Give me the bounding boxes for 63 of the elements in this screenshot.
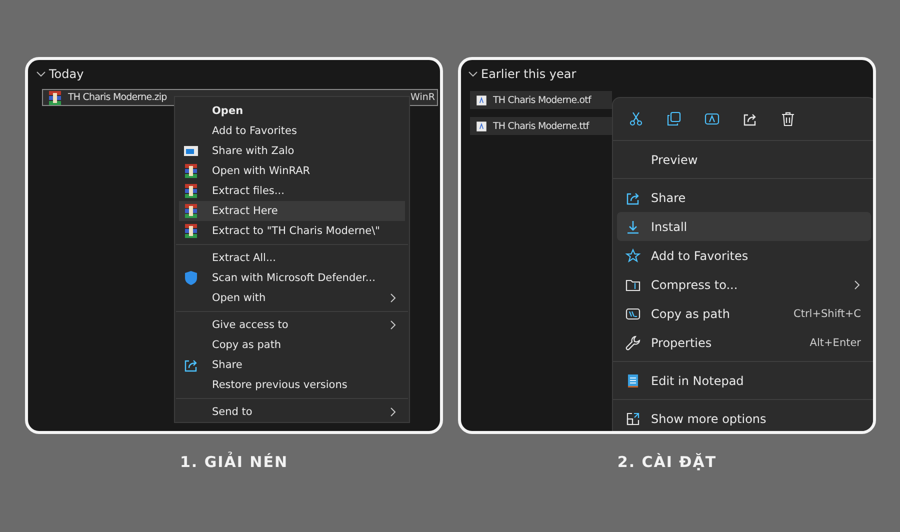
menu-item[interactable]: Install bbox=[617, 212, 871, 241]
menu-item[interactable]: Share bbox=[617, 183, 871, 212]
star-icon bbox=[625, 248, 641, 264]
download-icon bbox=[625, 218, 641, 234]
menu-item[interactable]: Add to Favorites bbox=[179, 121, 405, 141]
shield-icon bbox=[183, 270, 199, 286]
menu-item[interactable]: Open with bbox=[179, 288, 405, 308]
rename-icon bbox=[704, 111, 720, 127]
archive-books-icon bbox=[183, 223, 199, 239]
menu-item[interactable]: Extract Here bbox=[179, 201, 405, 221]
file-row[interactable]: TH Charis Moderne.ttf bbox=[470, 117, 612, 135]
archive-books-icon bbox=[183, 183, 199, 199]
menu-item[interactable]: Show more options bbox=[617, 404, 871, 431]
menu-item[interactable]: Extract files... bbox=[179, 181, 405, 201]
menu-item[interactable]: Give access to bbox=[179, 315, 405, 335]
menu-item[interactable]: Copy as path Ctrl+Shift+C bbox=[617, 299, 871, 328]
menu-item[interactable]: Share with Zalo bbox=[179, 141, 405, 161]
menu-item[interactable]: Restore previous versions bbox=[179, 375, 405, 395]
wrench-icon bbox=[625, 334, 641, 350]
window-icon bbox=[183, 143, 199, 159]
chevron-down-icon[interactable] bbox=[468, 69, 478, 79]
path-icon bbox=[625, 306, 641, 322]
trash-icon bbox=[780, 111, 796, 127]
file-type: WinR bbox=[410, 92, 436, 103]
group-header: Today bbox=[49, 67, 84, 81]
notepad-icon bbox=[625, 372, 641, 388]
archive-books-icon bbox=[183, 163, 199, 179]
menu-item[interactable]: Share bbox=[179, 355, 405, 375]
chevron-right-icon bbox=[853, 280, 861, 290]
menu-item[interactable]: Scan with Microsoft Defender... bbox=[179, 268, 405, 288]
archive-books-icon bbox=[183, 203, 199, 219]
document-icon bbox=[475, 94, 488, 106]
menu-item[interactable]: Extract to "TH Charis Moderne\" bbox=[179, 221, 405, 241]
archive-books-icon bbox=[47, 90, 63, 106]
chevron-right-icon bbox=[389, 320, 397, 330]
shortcut-text: Alt+Enter bbox=[810, 336, 861, 348]
chevron-right-icon bbox=[389, 407, 397, 417]
menu-item[interactable]: Properties Alt+Enter bbox=[617, 328, 871, 357]
chevron-down-icon[interactable] bbox=[36, 69, 46, 79]
menu-item[interactable]: Extract All... bbox=[179, 248, 405, 268]
step-caption: 2. CÀI ĐẶT bbox=[617, 453, 717, 471]
file-row[interactable]: TH Charis Moderne.otf bbox=[470, 91, 612, 109]
document-icon bbox=[475, 120, 488, 132]
menu-item[interactable]: Open with WinRAR bbox=[179, 161, 405, 181]
menu-item[interactable]: Edit in Notepad bbox=[617, 366, 871, 395]
menu-item[interactable]: Open bbox=[179, 101, 405, 121]
menu-item[interactable]: Add to Favorites bbox=[617, 241, 871, 270]
menu-item[interactable]: Compress to... bbox=[617, 270, 871, 299]
share-icon bbox=[742, 111, 758, 127]
shortcut-text: Ctrl+Shift+C bbox=[794, 308, 861, 320]
file-name: TH Charis Moderne.zip bbox=[68, 92, 167, 103]
menu-item[interactable]: Send to bbox=[179, 402, 405, 422]
menu-item[interactable]: Copy as path bbox=[179, 335, 405, 355]
copy-icon bbox=[666, 111, 682, 127]
expand-icon bbox=[625, 410, 641, 426]
group-header: Earlier this year bbox=[481, 67, 576, 81]
share-icon bbox=[183, 357, 199, 373]
file-name: TH Charis Moderne.ttf bbox=[493, 120, 589, 132]
scissors-icon bbox=[628, 111, 644, 127]
menu-item[interactable]: Preview bbox=[617, 145, 871, 174]
file-name: TH Charis Moderne.otf bbox=[493, 94, 591, 106]
chevron-right-icon bbox=[389, 293, 397, 303]
step-caption: 1. GIẢI NÉN bbox=[180, 453, 288, 471]
